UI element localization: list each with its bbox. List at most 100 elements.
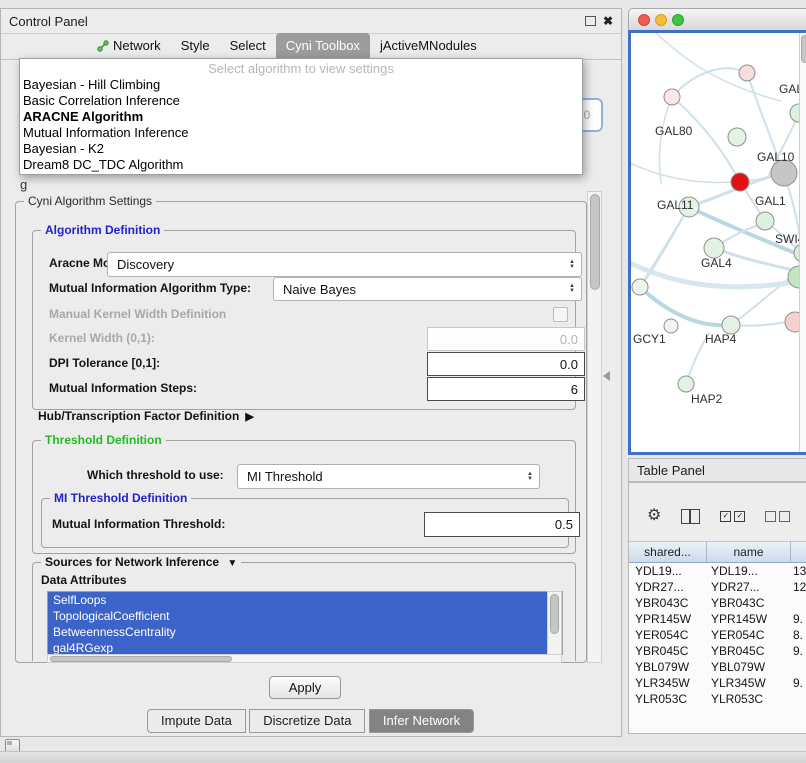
mi-threshold-input[interactable]: 0.5 [424, 512, 580, 537]
tab-discretize-data[interactable]: Discretize Data [249, 709, 365, 733]
obscured-text-fragment: g [20, 177, 27, 192]
algorithm-option[interactable]: Bayesian - K2 [20, 141, 582, 157]
table-cell: YBL079W [629, 660, 709, 674]
table-row[interactable]: YLR345WYLR345W9. [629, 675, 806, 691]
table-row[interactable]: YER054CYER054C8. [629, 627, 806, 643]
table-cell: 13 [791, 564, 806, 578]
window-close-icon[interactable] [638, 14, 650, 26]
split-pane-collapse-icon[interactable] [603, 371, 610, 381]
network-tab-icon [97, 40, 109, 52]
algorithm-option[interactable]: Basic Correlation Inference [20, 93, 582, 109]
network-node[interactable] [704, 238, 724, 258]
table-cell: YPR145W [709, 612, 791, 626]
gear-icon[interactable]: ⚙ [647, 508, 661, 524]
algorithm-option[interactable]: Dream8 DC_TDC Algorithm [20, 157, 582, 173]
network-graph: GAL8GAL80GAL10GAL11GAL1SWI4GAL4GCY1HAP4H… [631, 33, 806, 455]
network-node[interactable] [632, 279, 648, 295]
manual-kernel-checkbox[interactable] [553, 307, 568, 322]
tab-jactivemodules[interactable]: jActiveMNodules [370, 33, 487, 59]
dpi-tolerance-input[interactable]: 0.0 [427, 352, 585, 376]
algorithm-option[interactable]: Bayesian - Hill Climbing [20, 77, 582, 93]
attributes-hscrollbar[interactable] [47, 654, 562, 663]
tab-infer-network[interactable]: Infer Network [369, 709, 474, 733]
apply-button[interactable]: Apply [269, 676, 341, 699]
data-attribute-item[interactable]: SelfLoops [48, 592, 562, 608]
algorithm-option[interactable]: Mutual Information Inference [20, 125, 582, 141]
algorithm-dropdown-prompt: Select algorithm to view settings [20, 60, 582, 77]
table-row[interactable]: YDR27...YDR27...12 [629, 579, 806, 595]
algorithm-option[interactable]: ARACNE Algorithm [20, 109, 582, 125]
node-label: GAL10 [757, 150, 795, 164]
table-row[interactable]: YLR053CYLR053C [629, 691, 806, 707]
column-header-clipped[interactable] [791, 541, 806, 563]
table-row[interactable]: YBR043CYBR043C [629, 595, 806, 611]
kernel-width-input[interactable]: 0.0 [427, 327, 585, 351]
table-row[interactable]: YDL19...YDL19...13 [629, 563, 806, 579]
expand-right-icon: ▶ [245, 410, 253, 423]
cyni-algorithm-settings-group: Cyni Algorithm Settings Algorithm Defini… [15, 201, 587, 663]
combo-arrows-icon: ▲▼ [569, 284, 575, 294]
manual-kernel-label: Manual Kernel Width Definition [49, 303, 226, 325]
aracne-mode-select[interactable]: Discovery ▲▼ [107, 252, 582, 277]
table-cell: YER054C [629, 628, 709, 642]
tab-network[interactable]: Network [87, 33, 171, 59]
attributes-vscroll-thumb[interactable] [550, 594, 559, 634]
table-cell: YDL19... [709, 564, 791, 578]
combo-arrows-icon: ▲▼ [527, 472, 533, 482]
node-label: HAP2 [691, 392, 723, 406]
node-label: GAL80 [655, 124, 693, 138]
columns-icon[interactable] [681, 509, 700, 524]
network-vscrollbar[interactable] [799, 33, 806, 452]
mi-threshold-group-label: MI Threshold Definition [50, 491, 191, 505]
column-header-name[interactable]: name [707, 541, 791, 563]
network-node[interactable] [731, 173, 749, 191]
tab-impute-data[interactable]: Impute Data [147, 709, 246, 733]
network-node[interactable] [739, 65, 755, 81]
network-vscroll-thumb[interactable] [801, 35, 806, 63]
column-header-shared[interactable]: shared... [629, 541, 707, 563]
window-zoom-icon[interactable] [672, 14, 684, 26]
tab-select[interactable]: Select [220, 33, 276, 59]
sources-group-toggle[interactable]: Sources for Network Inference ▼ [41, 555, 241, 569]
data-attribute-item[interactable]: TopologicalCoefficient [48, 608, 562, 624]
float-panel-icon[interactable] [585, 16, 596, 26]
table-cell: 9. [791, 612, 806, 626]
window-minimize-icon[interactable] [655, 14, 667, 26]
tab-style[interactable]: Style [171, 33, 220, 59]
table-row[interactable]: YPR145WYPR145W9. [629, 611, 806, 627]
data-attribute-item[interactable]: BetweennessCentrality [48, 624, 562, 640]
network-node[interactable] [678, 376, 694, 392]
network-node[interactable] [728, 128, 746, 146]
mi-threshold-label: Mutual Information Threshold: [52, 513, 225, 535]
table-row[interactable]: YBR045CYBR045C9. [629, 643, 806, 659]
mi-threshold-group: MI Threshold Definition Mutual Informati… [41, 498, 569, 548]
network-node[interactable] [756, 212, 774, 230]
deselect-all-icon[interactable] [765, 511, 790, 522]
tab-cyni-toolbox[interactable]: Cyni Toolbox [276, 33, 370, 59]
table-cell: 12 [791, 580, 806, 594]
mi-type-select[interactable]: Naive Bayes ▲▼ [273, 277, 582, 301]
table-row[interactable]: YBL079WYBL079W [629, 659, 806, 675]
control-panel-scroll-thumb[interactable] [590, 194, 600, 290]
algorithm-definition-group: Algorithm Definition Aracne Mode: Discov… [32, 230, 576, 410]
network-edge [640, 287, 723, 325]
network-window-titlebar[interactable] [628, 8, 806, 32]
network-node[interactable] [664, 319, 678, 333]
mi-type-label: Mutual Information Algorithm Type: [49, 277, 251, 299]
data-attribute-item[interactable]: gal4RGexp [48, 640, 562, 655]
hub-tf-section-toggle[interactable]: Hub/Transcription Factor Definition ▶ [38, 405, 254, 427]
network-canvas[interactable]: GAL8GAL80GAL10GAL11GAL1SWI4GAL4GCY1HAP4H… [628, 30, 806, 455]
attributes-vscrollbar[interactable] [547, 591, 562, 655]
which-threshold-select[interactable]: MI Threshold ▲▼ [237, 464, 540, 489]
close-panel-icon[interactable]: ✖ [603, 15, 613, 27]
control-panel-tabs: Network Style Select Cyni Toolbox jActiv… [1, 33, 621, 60]
attributes-hscroll-thumb[interactable] [50, 656, 232, 662]
control-panel-scrollbar[interactable] [587, 191, 602, 663]
algorithm-definition-label: Algorithm Definition [41, 223, 164, 237]
network-node[interactable] [664, 89, 680, 105]
select-all-icon[interactable]: ✓✓ [720, 511, 745, 522]
table-cell: YLR053C [629, 692, 709, 706]
table-cell: YDR27... [629, 580, 709, 594]
table-cell: YBR043C [709, 596, 791, 610]
mi-steps-input[interactable]: 6 [427, 377, 585, 401]
